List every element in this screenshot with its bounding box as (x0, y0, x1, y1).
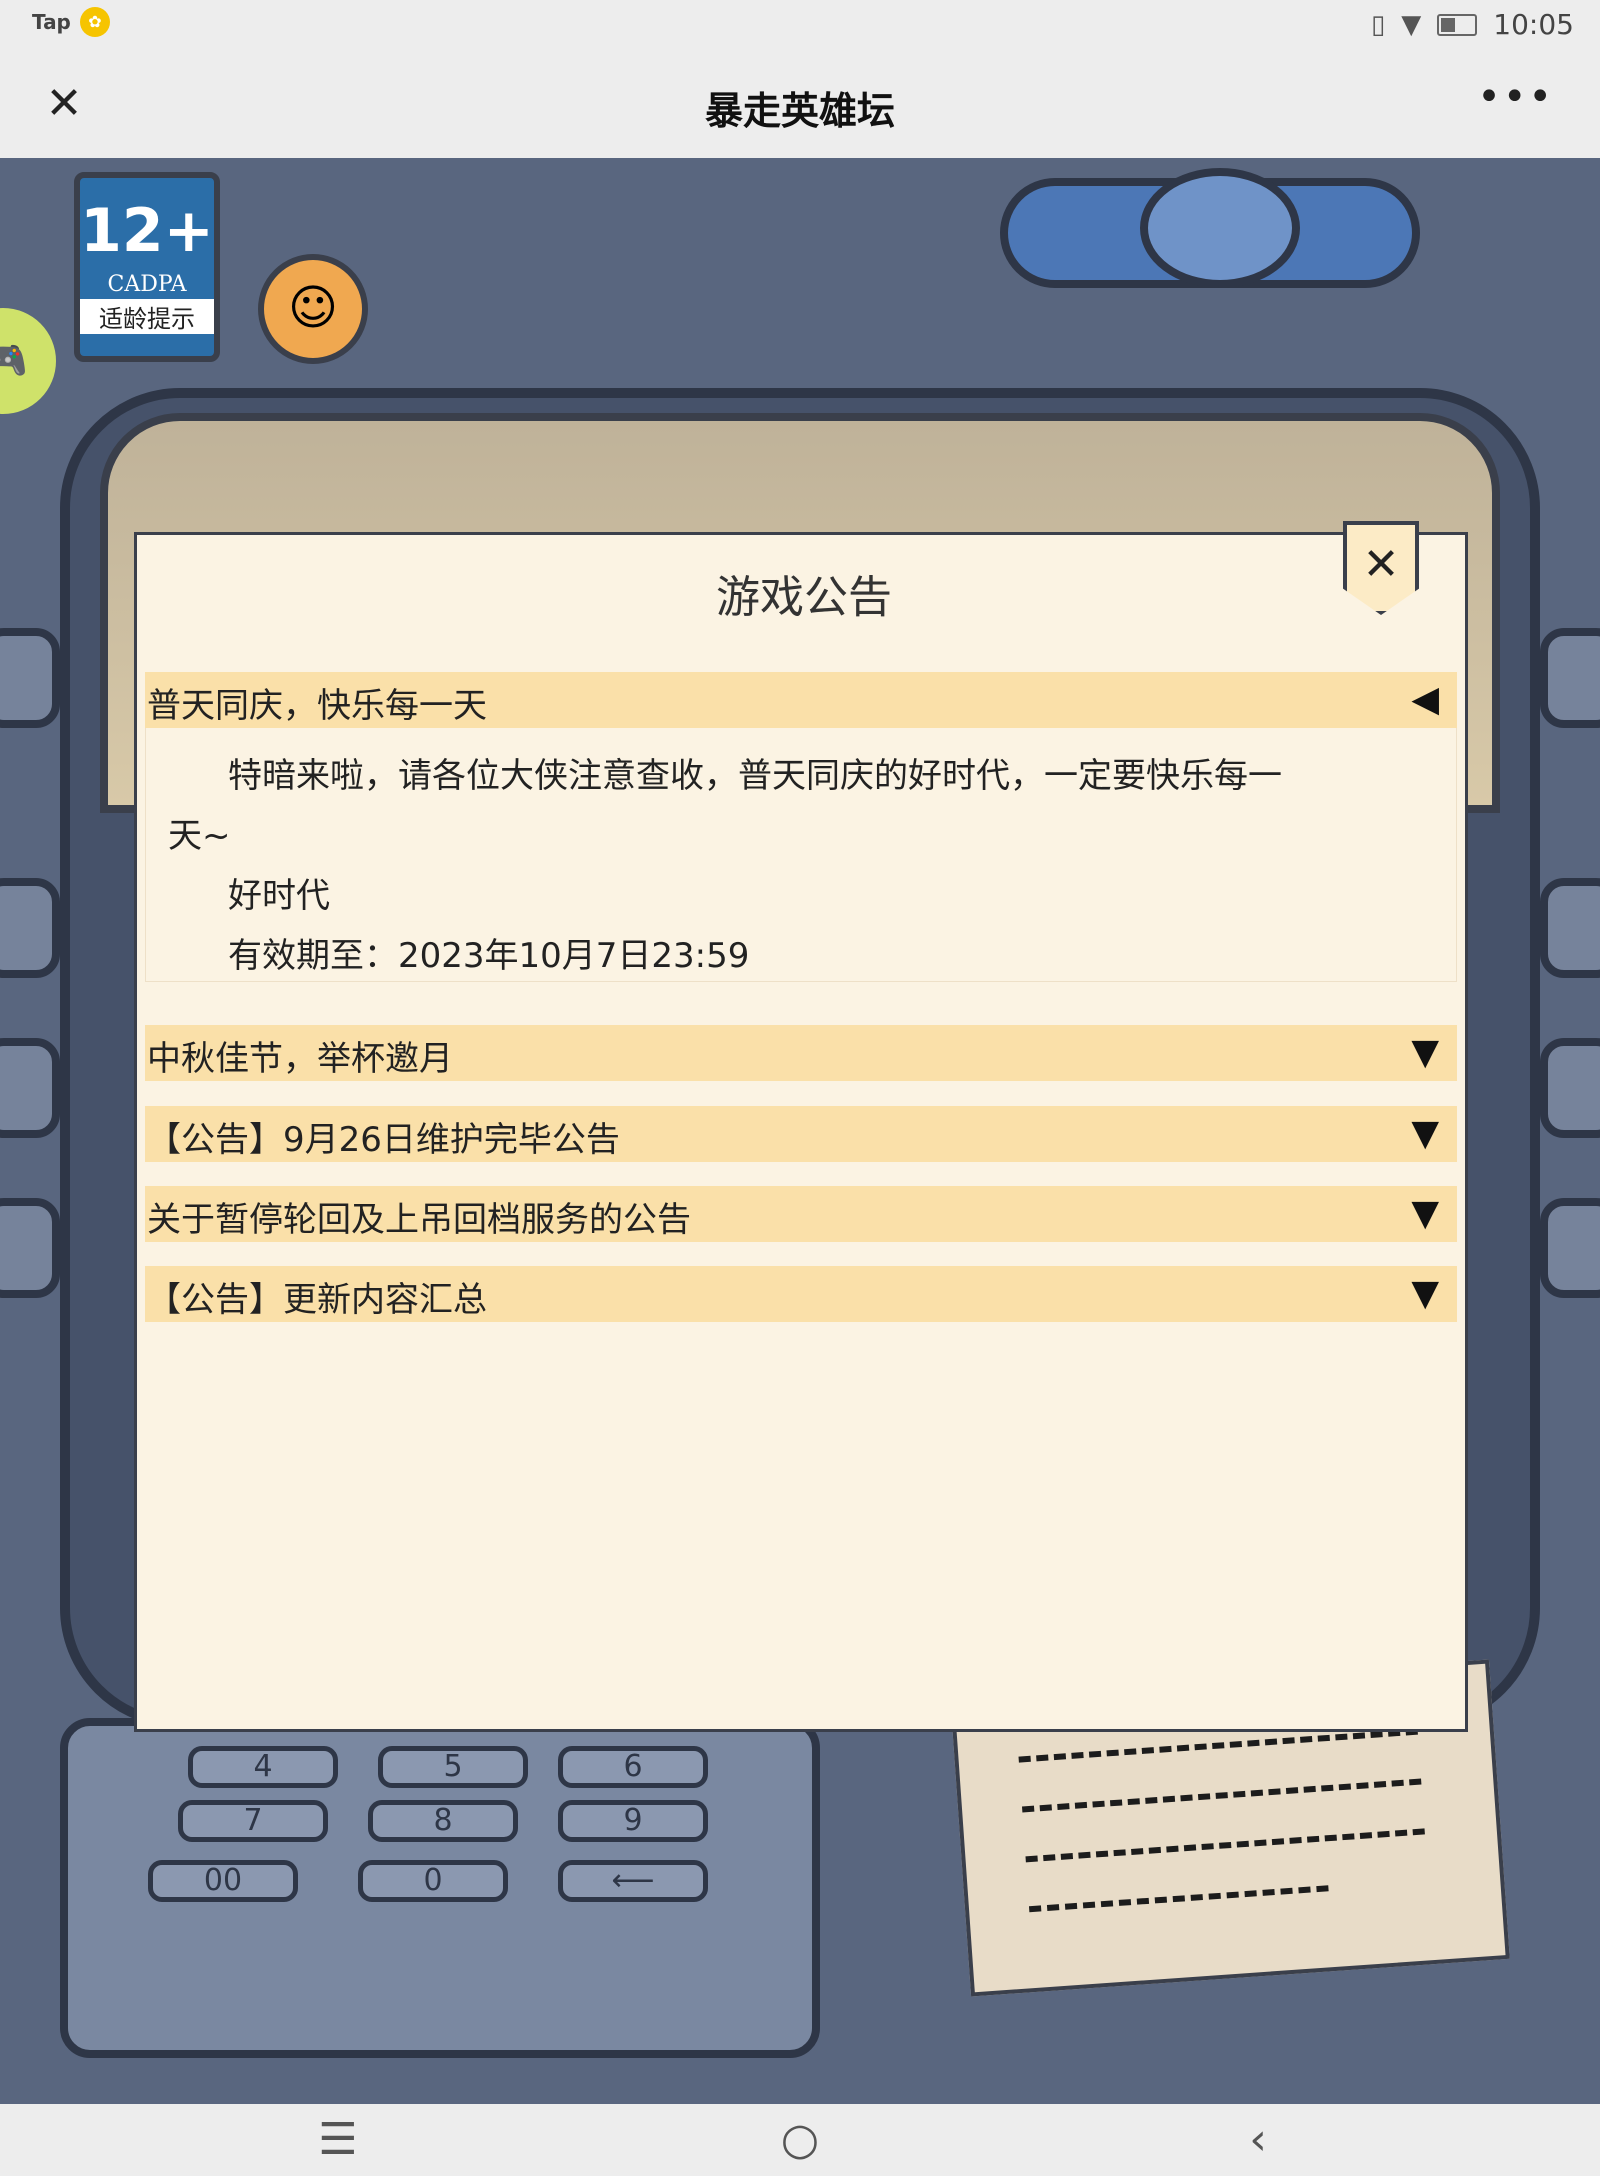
side-button (1540, 1198, 1600, 1298)
notice-title: 【公告】9月26日维护完毕公告 (147, 1120, 620, 1160)
side-button (1540, 628, 1600, 728)
side-button (1540, 878, 1600, 978)
receipt-scribble (1028, 1885, 1329, 1915)
title-bar: ✕ 暴走英雄坛 ••• (0, 50, 1600, 158)
age-rating-badge[interactable]: 12+ CADPA 适龄提示 (74, 172, 220, 362)
status-indicators: ▯ ▼ 10:05 (1371, 8, 1574, 41)
notice-title: 中秋佳节，举杯邀月 (147, 1039, 453, 1079)
gamepad-icon[interactable]: 🎮 (0, 308, 56, 414)
notice-header[interactable]: 普天同庆，快乐每一天 ◀ (145, 672, 1457, 728)
notice-header[interactable]: 【公告】9月26日维护完毕公告 ▼ (145, 1106, 1457, 1162)
notice-header[interactable]: 关于暂停轮回及上吊回档服务的公告 ▼ (145, 1186, 1457, 1242)
side-button (1540, 1038, 1600, 1138)
keypad-key: ⟵ (558, 1860, 708, 1902)
notice-body-line: 天~ (168, 816, 231, 856)
expand-arrow-icon: ▼ (1411, 1032, 1439, 1073)
expand-arrow-icon: ▼ (1411, 1193, 1439, 1234)
notice-header[interactable]: 【公告】更新内容汇总 ▼ (145, 1266, 1457, 1322)
side-button (0, 1198, 60, 1298)
announcement-dialog: 游戏公告 ✕ 普天同庆，快乐每一天 ◀ 特暗来啦，请各位大侠注意查收，普天同庆的… (134, 521, 1468, 1732)
side-button (0, 628, 60, 728)
keypad-key: 00 (148, 1860, 298, 1902)
keypad-key: 5 (378, 1746, 528, 1788)
status-bar: Tap ✿ ▯ ▼ 10:05 (0, 0, 1600, 50)
notice-body-line: 特暗来啦，请各位大侠注意查收，普天同庆的好时代，一定要快乐每一 (228, 756, 1282, 796)
age-rating-org: CADPA (107, 272, 187, 297)
receipt-scribble (1025, 1828, 1426, 1865)
system-nav-bar: ☰ ○ ‹ (0, 2104, 1600, 2176)
notice-body-line: 好时代 (228, 876, 330, 916)
receipt-scribble (1021, 1778, 1422, 1815)
battery-icon (1437, 13, 1478, 36)
keypad-key: 8 (368, 1800, 518, 1842)
dialog-title: 游戏公告 (716, 572, 892, 623)
back-icon[interactable]: ‹ (1218, 2114, 1298, 2166)
clock: 10:05 (1493, 8, 1574, 41)
expand-arrow-icon: ▼ (1411, 1273, 1439, 1314)
side-button (0, 1038, 60, 1138)
keypad-key: 0 (358, 1860, 508, 1902)
atm-lamp-icon (1140, 168, 1300, 288)
app-tag: Tap (32, 10, 71, 34)
keypad-key: 7 (178, 1800, 328, 1842)
keypad-key: 4 (188, 1746, 338, 1788)
notice-title: 关于暂停轮回及上吊回档服务的公告 (147, 1200, 691, 1240)
notice-title: 【公告】更新内容汇总 (147, 1280, 487, 1320)
notice-body-line: 有效期至：2023年10月7日23:59 (228, 936, 750, 976)
side-button (0, 878, 60, 978)
wifi-icon: ▼ (1401, 9, 1422, 40)
keypad-key: 6 (558, 1746, 708, 1788)
page-title: 暴走英雄坛 (704, 89, 895, 133)
vibrate-icon: ▯ (1370, 9, 1386, 40)
close-icon: ✕ (1362, 539, 1400, 590)
notice-header[interactable]: 中秋佳节，举杯邀月 ▼ (145, 1025, 1457, 1081)
home-icon[interactable]: ○ (760, 2114, 840, 2166)
atm-keypad: 4 5 6 7 8 9 00 0 ⟵ (60, 1718, 820, 2058)
notice-title: 普天同庆，快乐每一天 (147, 686, 487, 726)
collapse-arrow-icon: ◀ (1411, 679, 1439, 720)
notice-body: 特暗来啦，请各位大侠注意查收，普天同庆的好时代，一定要快乐每一 天~ 好时代 有… (145, 728, 1457, 982)
expand-arrow-icon: ▼ (1411, 1113, 1439, 1154)
menu-icon[interactable]: ☰ (298, 2114, 378, 2166)
keypad-key: 9 (558, 1800, 708, 1842)
receipt-scribble (1018, 1728, 1419, 1765)
more-icon[interactable]: ••• (1477, 74, 1554, 120)
age-rating-number: 12+ (80, 196, 214, 266)
avatar[interactable]: ☺ (258, 254, 368, 364)
age-rating-tip: 适龄提示 (80, 299, 214, 334)
notification-badge-icon: ✿ (80, 7, 110, 37)
